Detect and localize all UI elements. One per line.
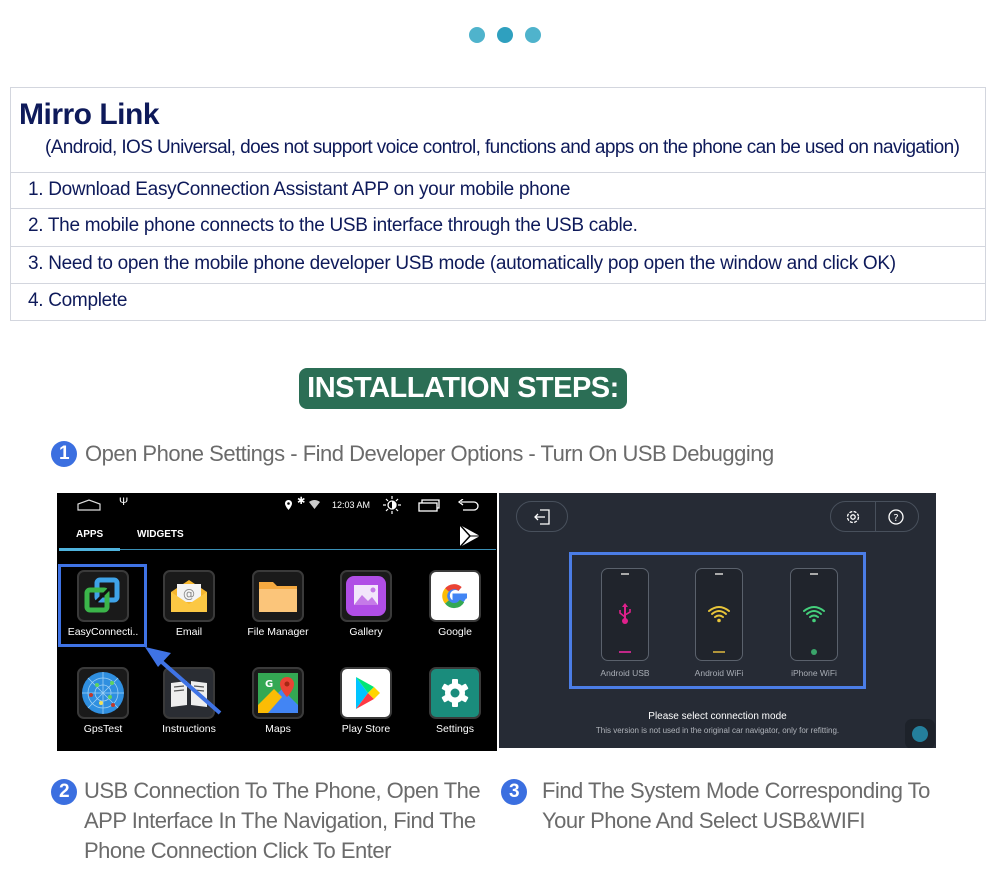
connection-title: Please select connection mode	[648, 711, 787, 722]
step-text: USB Connection To The Phone, Open The AP…	[84, 778, 481, 863]
settings-icon[interactable]	[845, 509, 861, 525]
step-number-badge: 3	[501, 779, 527, 805]
installation-step-1: 1 Open Phone Settings - Find Developer Op…	[51, 440, 774, 468]
pager-dot[interactable]	[469, 27, 485, 43]
divider	[875, 502, 876, 531]
exit-icon	[534, 509, 550, 525]
installation-steps-badge: INSTALLATION STEPS:	[299, 368, 627, 409]
mirro-step: 1. Download EasyConnection Assistant APP…	[11, 172, 985, 209]
connection-note: This version is not used in the original…	[595, 726, 840, 735]
connection-mode-screenshot: ? Android USB Android WiFi iPhone WiFi P…	[499, 493, 936, 748]
connection-mode-selector: Android USB Android WiFi iPhone WiFi	[569, 552, 866, 689]
pager-dot-active[interactable]	[497, 27, 513, 43]
exit-button[interactable]	[516, 501, 568, 532]
settings-help-group: ?	[830, 501, 919, 532]
svg-text:?: ?	[893, 513, 898, 524]
pager-dot[interactable]	[525, 27, 541, 43]
step-text: Find The System Mode Corresponding To Yo…	[542, 778, 930, 833]
usb-icon	[619, 603, 631, 624]
mirro-step: 2. The mobile phone connects to the USB …	[11, 208, 985, 245]
mirro-link-panel: Mirro Link (Android, IOS Universal, does…	[10, 87, 986, 321]
pointer-arrow-icon	[145, 647, 222, 715]
android-app-drawer-screenshot: Ψ ✱ 12:03 AM APPS WIDGETS EasyConnecti..…	[57, 493, 497, 751]
mode-iphone-wifi[interactable]	[790, 568, 838, 661]
assistant-dot-icon	[912, 726, 928, 742]
wifi-icon	[708, 606, 730, 623]
mode-label: iPhone WiFi	[791, 668, 837, 678]
step-text: Open Phone Settings - Find Developer Opt…	[85, 441, 774, 467]
wifi-icon	[803, 606, 825, 623]
step-number-badge: 1	[51, 441, 77, 468]
floating-assistant-button[interactable]	[905, 719, 935, 748]
help-icon[interactable]: ?	[888, 509, 904, 525]
mode-android-usb[interactable]	[601, 568, 649, 661]
mirro-step: 4. Complete	[11, 283, 985, 320]
mode-label: Android WiFi	[694, 668, 744, 678]
pager-dots	[469, 27, 541, 43]
mode-label: Android USB	[600, 668, 650, 678]
step-number-badge: 2	[51, 779, 77, 805]
mirro-link-subtitle: (Android, IOS Universal, does not suppor…	[45, 137, 960, 158]
mode-android-wifi[interactable]	[695, 568, 743, 661]
mirro-step: 3. Need to open the mobile phone develop…	[11, 246, 985, 283]
mirro-link-title: Mirro Link	[19, 98, 160, 131]
